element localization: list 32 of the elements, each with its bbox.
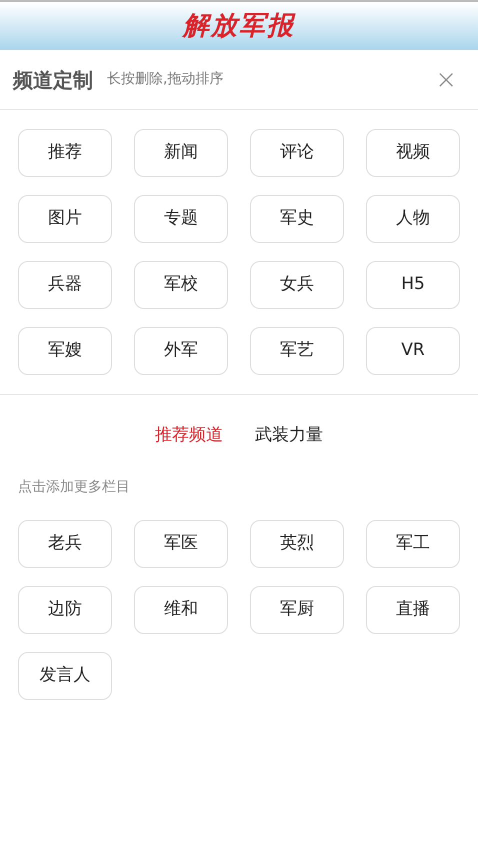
add-hint-text: 点击添加更多栏目 (17, 478, 131, 496)
channel-button[interactable]: 军医 (134, 520, 228, 568)
channel-button[interactable]: 外军 (134, 327, 228, 375)
logo-text: 解放军报 (183, 10, 295, 42)
hint-text: 长按删除,拖动排序 (107, 70, 224, 89)
channel-button[interactable]: 军史 (250, 195, 344, 243)
channel-button[interactable]: 英烈 (250, 520, 344, 568)
channel-button[interactable]: 评论 (250, 129, 344, 177)
channel-button[interactable]: 兵器 (18, 261, 112, 309)
channel-button[interactable]: 老兵 (18, 520, 112, 568)
channel-button[interactable]: 军厨 (250, 586, 344, 634)
channel-button[interactable]: 视频 (366, 129, 460, 177)
channel-button[interactable]: 女兵 (250, 261, 344, 309)
channel-button[interactable]: 推荐 (18, 129, 112, 177)
channel-button[interactable]: 直播 (366, 586, 460, 634)
channel-button[interactable]: 军校 (134, 261, 228, 309)
channel-button[interactable]: 边防 (18, 586, 112, 634)
channel-button[interactable]: 军艺 (250, 327, 344, 375)
channel-button[interactable]: VR (366, 327, 460, 375)
channel-button[interactable]: 专题 (134, 195, 228, 243)
channel-button[interactable]: 军工 (366, 520, 460, 568)
panel-title: 频道定制 (13, 66, 93, 94)
channel-button[interactable]: 图片 (18, 195, 112, 243)
channel-tab[interactable]: 推荐频道 (155, 423, 223, 448)
channel-tab[interactable]: 武装力量 (255, 423, 323, 448)
close-button[interactable]: × (435, 66, 457, 92)
channel-button[interactable]: 发言人 (18, 652, 112, 700)
channel-button[interactable]: 军嫂 (18, 327, 112, 375)
channel-button[interactable]: H5 (366, 261, 460, 309)
channel-button[interactable]: 新闻 (134, 129, 228, 177)
channel-button[interactable]: 人物 (366, 195, 460, 243)
channel-button[interactable]: 维和 (134, 586, 228, 634)
